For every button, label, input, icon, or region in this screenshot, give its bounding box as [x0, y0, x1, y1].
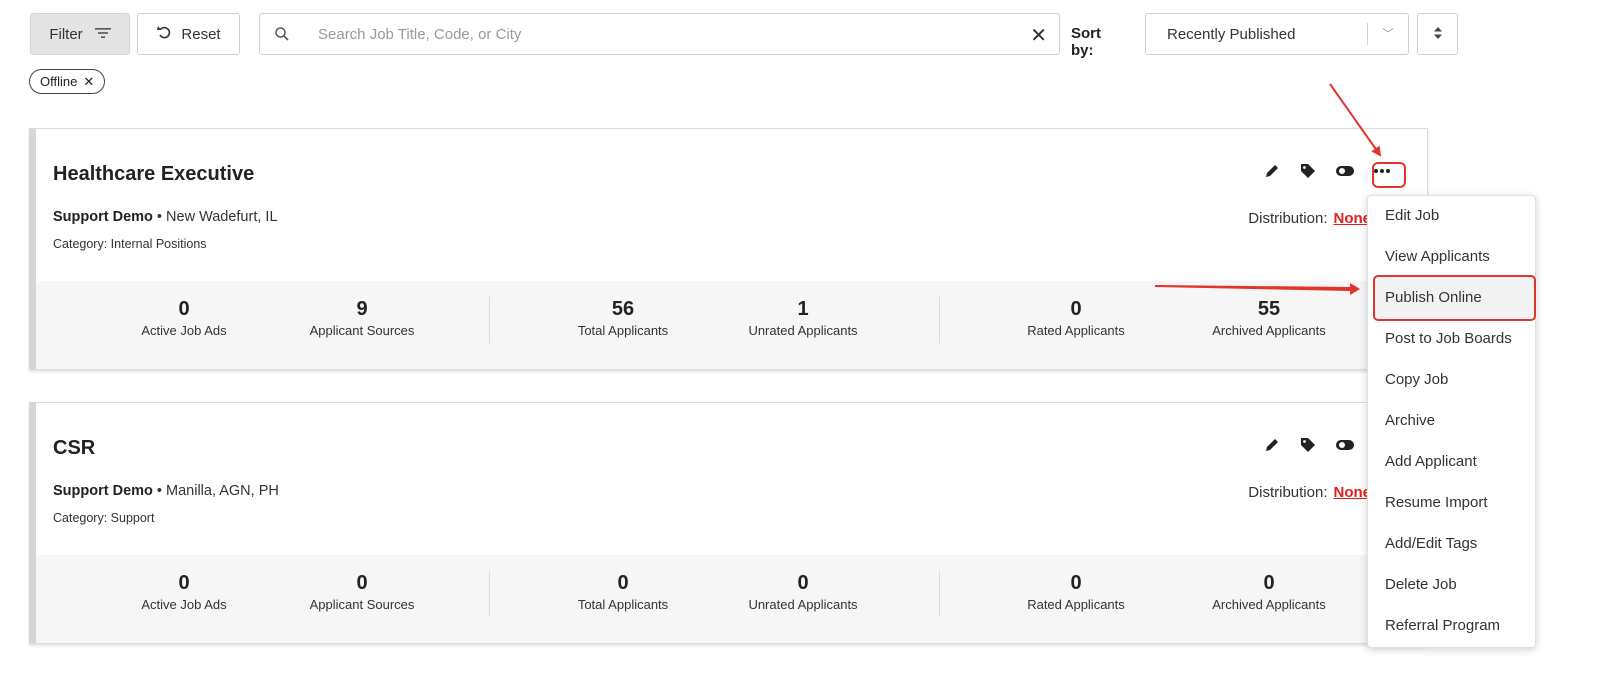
reset-button[interactable]: Reset: [137, 13, 240, 55]
tag-icon[interactable]: [1299, 162, 1317, 180]
stat-value: 0: [1070, 298, 1082, 320]
stat-label: Active Job Ads: [141, 323, 227, 338]
menu-item-archive[interactable]: Archive: [1385, 412, 1435, 429]
job-category: Category: Internal Positions: [53, 237, 207, 251]
toggle-icon[interactable]: [1335, 439, 1355, 451]
filter-button[interactable]: Filter: [30, 13, 130, 55]
stat-label: Applicant Sources: [309, 323, 415, 338]
stat-label: Total Applicants: [577, 323, 669, 338]
stat-label: Rated Applicants: [1027, 597, 1125, 612]
search-input[interactable]: Search Job Title, Code, or City ✕: [259, 13, 1060, 55]
sort-value: Recently Published: [1167, 26, 1296, 43]
stat-label: Rated Applicants: [1027, 323, 1125, 338]
stat-label: Unrated Applicants: [748, 597, 858, 612]
stat-value: 0: [1263, 572, 1275, 594]
menu-item-add-edit-tags[interactable]: Add/Edit Tags: [1385, 535, 1477, 552]
distribution: Distribution: None: [1248, 484, 1371, 501]
menu-item-copy-job[interactable]: Copy Job: [1385, 371, 1448, 388]
stat-label: Applicant Sources: [309, 597, 415, 612]
stat-divider: [489, 297, 490, 343]
stat-value: 0: [1070, 572, 1082, 594]
menu-item-resume-import[interactable]: Resume Import: [1385, 494, 1488, 511]
pencil-icon[interactable]: [1263, 162, 1281, 180]
stat-label: Archived Applicants: [1212, 597, 1326, 612]
stat-total-applicants[interactable]: 0 Total Applicants: [533, 571, 713, 612]
chip-close-icon[interactable]: ✕: [83, 74, 94, 90]
stat-value: 0: [178, 572, 190, 594]
stat-value: 0: [178, 298, 190, 320]
job-meta: Support Demo • Manilla, AGN, PH: [53, 483, 279, 499]
menu-item-referral-program[interactable]: Referral Program: [1385, 617, 1500, 634]
distribution: Distribution: None: [1248, 210, 1371, 227]
stat-active-job-ads[interactable]: 0 Active Job Ads: [94, 571, 274, 612]
stat-value: 55: [1257, 298, 1281, 320]
stat-label: Unrated Applicants: [748, 323, 858, 338]
stat-value: 0: [617, 572, 629, 594]
stat-value: 0: [356, 572, 368, 594]
more-actions-highlight: [1372, 162, 1406, 188]
job-action-menu: Edit Job View Applicants Publish Online …: [1367, 195, 1536, 648]
job-stats: 0 Active Job Ads 9 Applicant Sources 56 Tot…: [36, 281, 1427, 369]
stat-unrated-applicants[interactable]: 0 Unrated Applicants: [713, 571, 893, 612]
job-title[interactable]: Healthcare Executive: [53, 163, 254, 186]
search-icon: [274, 26, 290, 47]
job-card: CSR Support Demo • Manilla, AGN, PH Cate…: [29, 402, 1428, 644]
job-stats: 0 Active Job Ads 0 Applicant Sources 0 Tota…: [36, 555, 1427, 643]
job-location: New Wadefurt, IL: [166, 209, 278, 225]
distribution-value[interactable]: None: [1334, 210, 1372, 227]
sort-label: Sort by:: [1071, 25, 1101, 59]
stat-label: Archived Applicants: [1212, 323, 1326, 338]
menu-item-add-applicant[interactable]: Add Applicant: [1385, 453, 1477, 470]
sort-order-icon: [1433, 26, 1443, 43]
reset-icon: [156, 24, 172, 44]
stat-divider: [489, 571, 490, 617]
clear-icon[interactable]: ✕: [1030, 23, 1047, 48]
stat-divider: [939, 297, 940, 343]
distribution-value[interactable]: None: [1334, 484, 1372, 501]
menu-item-edit-job[interactable]: Edit Job: [1385, 207, 1439, 224]
filter-icon: [94, 26, 111, 43]
stat-value: 9: [356, 298, 368, 320]
job-meta: Support Demo • New Wadefurt, IL: [53, 209, 278, 225]
tag-icon[interactable]: [1299, 436, 1317, 454]
distribution-label: Distribution:: [1248, 210, 1328, 227]
stat-active-job-ads[interactable]: 0 Active Job Ads: [94, 297, 274, 338]
stat-rated-applicants[interactable]: 0 Rated Applicants: [986, 297, 1166, 338]
reset-button-label: Reset: [181, 25, 221, 43]
stat-value: 0: [797, 572, 809, 594]
sort-select[interactable]: Recently Published ﹀: [1145, 13, 1409, 55]
stat-divider: [939, 571, 940, 617]
stat-archived-applicants[interactable]: 55 Archived Applicants: [1179, 297, 1359, 338]
distribution-label: Distribution:: [1248, 484, 1328, 501]
sort-order-button[interactable]: [1417, 13, 1458, 55]
stat-archived-applicants[interactable]: 0 Archived Applicants: [1179, 571, 1359, 612]
menu-item-delete-job[interactable]: Delete Job: [1385, 576, 1457, 593]
pencil-icon[interactable]: [1263, 436, 1281, 454]
job-company: Support Demo: [53, 209, 153, 225]
stat-label: Active Job Ads: [141, 597, 227, 612]
menu-item-publish-online[interactable]: Publish Online: [1385, 289, 1482, 306]
stat-value: 56: [611, 298, 635, 320]
stat-applicant-sources[interactable]: 0 Applicant Sources: [272, 571, 452, 612]
menu-item-view-applicants[interactable]: View Applicants: [1385, 248, 1490, 265]
job-title[interactable]: CSR: [53, 437, 95, 460]
chip-label: Offline: [40, 74, 78, 89]
stat-total-applicants[interactable]: 56 Total Applicants: [533, 297, 713, 338]
stat-label: Total Applicants: [577, 597, 669, 612]
chevron-down-icon: ﹀: [1381, 27, 1394, 41]
toggle-icon[interactable]: [1335, 165, 1355, 177]
menu-item-post-to-job-boards[interactable]: Post to Job Boards: [1385, 330, 1512, 347]
stat-unrated-applicants[interactable]: 1 Unrated Applicants: [713, 297, 893, 338]
search-placeholder: Search Job Title, Code, or City: [318, 26, 522, 43]
job-card: Healthcare Executive Support Demo • New …: [29, 128, 1428, 370]
filter-chip-offline[interactable]: Offline ✕: [29, 69, 106, 94]
filter-button-label: Filter: [49, 25, 83, 43]
stat-rated-applicants[interactable]: 0 Rated Applicants: [986, 571, 1166, 612]
job-company: Support Demo: [53, 483, 153, 499]
select-divider: [1367, 23, 1368, 45]
stat-applicant-sources[interactable]: 9 Applicant Sources: [272, 297, 452, 338]
job-location: Manilla, AGN, PH: [166, 483, 279, 499]
stat-value: 1: [797, 298, 809, 320]
job-category: Category: Support: [53, 511, 155, 525]
